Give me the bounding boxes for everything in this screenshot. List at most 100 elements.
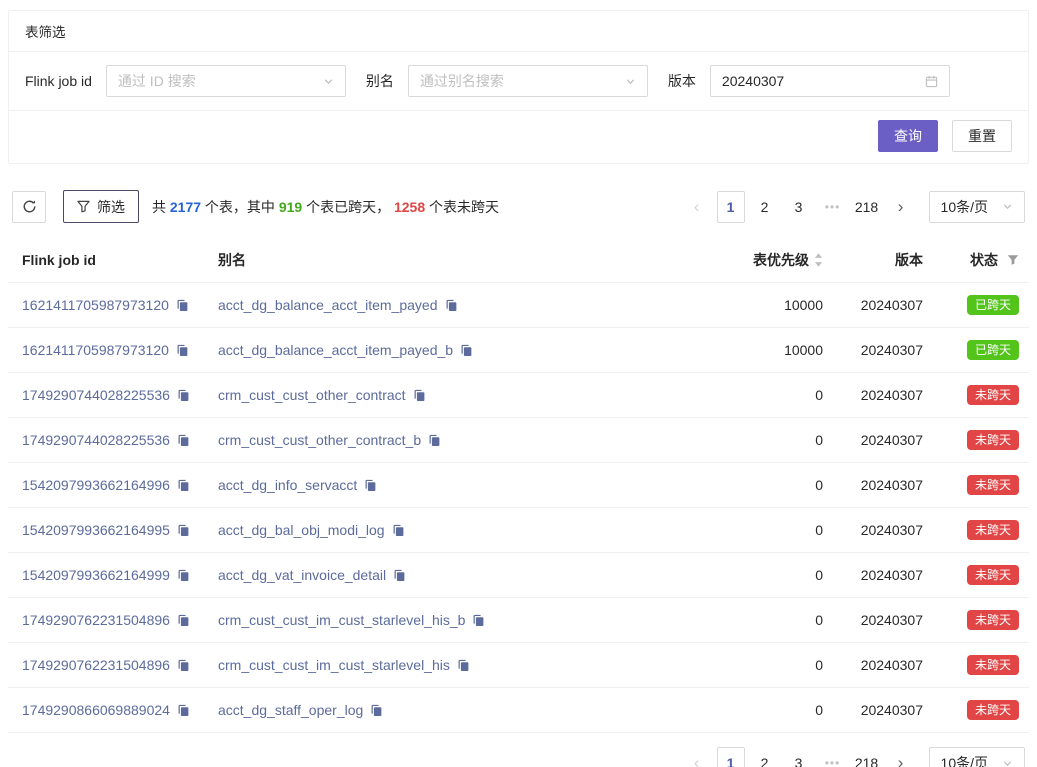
job-id-link[interactable]: 1749290762231504896: [22, 657, 170, 673]
copy-icon[interactable]: [177, 569, 190, 582]
job-id-select[interactable]: 通过 ID 搜索: [106, 65, 346, 97]
alias-link[interactable]: crm_cust_cust_im_cust_starlevel_his_b: [218, 612, 465, 628]
status-cell: 未跨天: [967, 565, 1019, 585]
copy-icon[interactable]: [392, 524, 405, 537]
priority-cell: 0: [815, 612, 823, 628]
alias-link[interactable]: acct_dg_vat_invoice_detail: [218, 567, 386, 583]
table-row: 1749290866069889024 acct_dg_staff_oper_l…: [8, 688, 1029, 733]
column-header-version[interactable]: 版本: [895, 250, 923, 270]
field-flink-job-id: Flink job id 通过 ID 搜索: [25, 65, 346, 97]
job-id-link[interactable]: 1749290866069889024: [22, 702, 170, 718]
copy-icon[interactable]: [472, 614, 485, 627]
column-header-alias[interactable]: 别名: [218, 250, 691, 270]
alias-link[interactable]: crm_cust_cust_other_contract: [218, 387, 406, 403]
copy-icon[interactable]: [177, 614, 190, 627]
page-button-2[interactable]: 2: [751, 747, 779, 767]
page-button-1[interactable]: 1: [717, 747, 745, 767]
copy-icon[interactable]: [177, 434, 190, 447]
job-id-cell: 1542097993662164995: [22, 522, 218, 538]
job-id-link[interactable]: 1749290762231504896: [22, 612, 170, 628]
job-id-link[interactable]: 1542097993662164995: [22, 522, 170, 538]
column-header-status[interactable]: 状态: [970, 250, 1019, 270]
status-badge: 未跨天: [967, 385, 1019, 405]
version-cell: 20240307: [861, 297, 923, 313]
column-filter-icon[interactable]: [1007, 254, 1019, 266]
copy-icon[interactable]: [413, 389, 426, 402]
chevron-down-icon: [1002, 758, 1013, 767]
alias-link[interactable]: acct_dg_balance_acct_item_payed: [218, 297, 438, 313]
copy-icon[interactable]: [177, 659, 190, 672]
version-date-input[interactable]: 20240307: [710, 65, 950, 97]
copy-icon[interactable]: [176, 344, 189, 357]
page-button-1[interactable]: 1: [717, 191, 745, 223]
alias-link[interactable]: acct_dg_bal_obj_modi_log: [218, 522, 385, 538]
column-header-priority[interactable]: 表优先级: [753, 250, 823, 270]
sort-icon[interactable]: [814, 253, 823, 267]
alias-cell: acct_dg_bal_obj_modi_log: [218, 522, 691, 538]
prev-page-button[interactable]: ‹: [683, 747, 711, 767]
job-id-link[interactable]: 1542097993662164996: [22, 477, 170, 493]
copy-icon[interactable]: [177, 389, 190, 402]
job-id-cell: 1621411705987973120: [22, 342, 218, 358]
table-body: 1621411705987973120 acct_dg_balance_acct…: [8, 283, 1029, 733]
reset-button[interactable]: 重置: [952, 120, 1012, 152]
alias-select[interactable]: 通过别名搜索: [408, 65, 648, 97]
summary-suffix: 个表未跨天: [425, 199, 499, 215]
summary-mid1: 个表，其中: [201, 199, 279, 215]
page-button-218[interactable]: 218: [853, 191, 881, 223]
table-header-row: Flink job id 别名 表优先级 版本 状态: [8, 237, 1029, 283]
page-button-3[interactable]: 3: [785, 747, 813, 767]
prev-page-button[interactable]: ‹: [683, 191, 711, 223]
copy-icon[interactable]: [177, 704, 190, 717]
status-badge: 未跨天: [967, 565, 1019, 585]
pagination-ellipsis[interactable]: •••: [819, 191, 847, 223]
alias-link[interactable]: acct_dg_staff_oper_log: [218, 702, 363, 718]
crossed-count: 919: [279, 199, 302, 215]
uncrossed-count: 1258: [394, 199, 425, 215]
status-badge: 已跨天: [967, 340, 1019, 360]
table-row: 1621411705987973120 acct_dg_balance_acct…: [8, 283, 1029, 328]
next-page-button[interactable]: ›: [887, 747, 915, 767]
priority-cell: 0: [815, 477, 823, 493]
status-badge: 未跨天: [967, 655, 1019, 675]
page-button-3[interactable]: 3: [785, 191, 813, 223]
status-badge: 未跨天: [967, 520, 1019, 540]
copy-icon[interactable]: [177, 524, 190, 537]
filter-toggle-button[interactable]: 筛选: [63, 190, 139, 223]
copy-icon[interactable]: [445, 299, 458, 312]
alias-link[interactable]: acct_dg_info_servacct: [218, 477, 357, 493]
priority-cell: 0: [815, 522, 823, 538]
job-id-link[interactable]: 1749290744028225536: [22, 387, 170, 403]
alias-cell: acct_dg_balance_acct_item_payed_b: [218, 342, 691, 358]
chevron-down-icon: [1002, 201, 1013, 212]
page-size-select[interactable]: 10条/页: [929, 747, 1025, 767]
copy-icon[interactable]: [457, 659, 470, 672]
copy-icon[interactable]: [370, 704, 383, 717]
status-cell: 未跨天: [967, 520, 1019, 540]
copy-icon[interactable]: [177, 479, 190, 492]
copy-icon[interactable]: [393, 569, 406, 582]
alias-link[interactable]: crm_cust_cust_other_contract_b: [218, 432, 421, 448]
alias-cell: acct_dg_info_servacct: [218, 477, 691, 493]
page-button-2[interactable]: 2: [751, 191, 779, 223]
table-row: 1749290762231504896 crm_cust_cust_im_cus…: [8, 643, 1029, 688]
next-page-button[interactable]: ›: [887, 191, 915, 223]
job-id-link[interactable]: 1749290744028225536: [22, 432, 170, 448]
copy-icon[interactable]: [460, 344, 473, 357]
page-button-218[interactable]: 218: [853, 747, 881, 767]
copy-icon[interactable]: [428, 434, 441, 447]
alias-link[interactable]: crm_cust_cust_im_cust_starlevel_his: [218, 657, 450, 673]
pagination-ellipsis[interactable]: •••: [819, 747, 847, 767]
page-size-select[interactable]: 10条/页: [929, 191, 1025, 223]
copy-icon[interactable]: [176, 299, 189, 312]
refresh-button[interactable]: [12, 191, 46, 223]
copy-icon[interactable]: [364, 479, 377, 492]
version-cell: 20240307: [861, 432, 923, 448]
job-id-link[interactable]: 1621411705987973120: [22, 297, 169, 313]
query-button[interactable]: 查询: [878, 120, 938, 152]
column-header-job-id[interactable]: Flink job id: [22, 252, 218, 268]
total-count: 2177: [170, 199, 201, 215]
job-id-link[interactable]: 1542097993662164999: [22, 567, 170, 583]
job-id-link[interactable]: 1621411705987973120: [22, 342, 169, 358]
alias-link[interactable]: acct_dg_balance_acct_item_payed_b: [218, 342, 453, 358]
